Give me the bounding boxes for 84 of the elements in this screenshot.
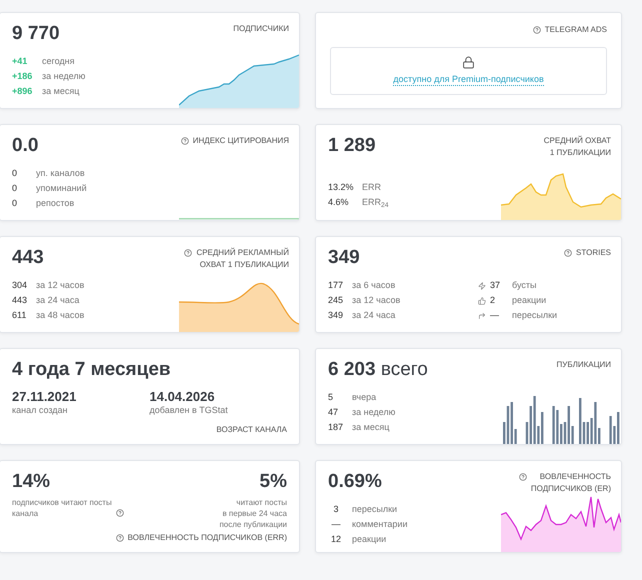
- card-title: ВОВЛЕЧЕННОСТЬ ПОДПИСЧИКОВ (ER): [530, 471, 611, 495]
- lightning-icon: [478, 282, 486, 290]
- stat-label: за 6 часов: [352, 279, 396, 292]
- date-label: добавлен в TGStat: [150, 404, 229, 416]
- stat-value: 2: [490, 294, 496, 307]
- metric-value: 0.69%: [328, 471, 383, 493]
- help-icon[interactable]: [184, 249, 192, 257]
- metric-caption: читают посты в первые 24 часа после публикации: [219, 497, 287, 530]
- stat-label: ERR$_{24}$: [362, 196, 389, 210]
- help-icon[interactable]: [564, 249, 572, 257]
- stat-value: 5: [328, 391, 334, 404]
- stat-label: бусты: [512, 279, 536, 292]
- metric-value: 0.0: [12, 135, 40, 157]
- card-title: СРЕДНИЙ ОХВАТ 1 ПУБЛИКАЦИИ: [544, 135, 611, 159]
- stat-label: за 12 часов: [36, 279, 84, 292]
- stat-label: за неделю: [352, 406, 396, 419]
- stat-value: 187: [328, 421, 344, 434]
- stat-label: за 48 часов: [36, 309, 84, 322]
- thumbs-up-icon: [478, 296, 486, 304]
- stat-value: —: [330, 518, 342, 531]
- metric-value: 14%: [12, 471, 50, 493]
- stat-label: реакции: [512, 294, 546, 307]
- metric-value: 5%: [260, 471, 287, 493]
- stat-label: пересылки: [512, 309, 558, 322]
- stat-value: 4.6%: [328, 196, 350, 209]
- stat-label: реакции: [352, 533, 386, 546]
- premium-link[interactable]: доступно для Premium-подписчиков: [393, 73, 544, 86]
- stat-label: за месяц: [42, 85, 80, 98]
- help-icon[interactable]: [180, 137, 189, 145]
- help-icon[interactable]: [532, 26, 541, 34]
- stat-label: за 24 часа: [36, 294, 80, 307]
- stat-value: 245: [328, 294, 344, 307]
- stat-label: репостов: [36, 197, 74, 210]
- card-title: TELEGRAM ADS: [544, 24, 607, 36]
- stat-label: комментарии: [352, 518, 408, 531]
- date-label: канал создан: [12, 404, 69, 416]
- stat-value: 349: [328, 309, 344, 322]
- stat-value: 47: [328, 406, 340, 419]
- card-title: STORIES: [576, 247, 611, 259]
- stat-value: 0: [12, 197, 18, 210]
- card-title: СРЕДНИЙ РЕКЛАМНЫЙ ОХВАТ 1 ПУБЛИКАЦИИ: [196, 247, 289, 271]
- card-title: ИНДЕКС ЦИТИРОВАНИЯ: [192, 135, 289, 147]
- metric-value: 443: [12, 247, 45, 269]
- stat-label: уп. каналов: [36, 167, 85, 180]
- stat-label: упоминаний: [36, 182, 87, 195]
- card-title: ПОДПИСЧИКИ: [233, 23, 289, 35]
- help-icon[interactable]: [116, 509, 124, 517]
- stat-label: сегодня: [42, 55, 74, 68]
- stat-value: 12: [330, 533, 342, 546]
- metric-value: 9 770: [12, 23, 61, 45]
- stat-value: 304: [12, 279, 28, 292]
- metric-value: 4 года 7 месяцев: [12, 359, 172, 381]
- stat-label: за 24 часа: [352, 309, 396, 322]
- stat-label: пересылки: [352, 503, 398, 516]
- help-icon[interactable]: [116, 534, 124, 542]
- share-arrow-icon: [478, 312, 486, 320]
- stat-label: вчера: [352, 391, 376, 404]
- stat-value: +186: [12, 70, 34, 83]
- card-title: ПУБЛИКАЦИИ: [556, 359, 611, 371]
- date-value: 14.04.2026: [150, 389, 216, 404]
- date-value: 27.11.2021: [12, 389, 78, 404]
- card-title: ВОВЛЕЧЕННОСТЬ ПОДПИСЧИКОВ (ERR): [128, 532, 287, 544]
- metric-value: 349: [328, 247, 361, 269]
- stat-label: ERR: [362, 181, 382, 194]
- stat-value: 13.2%: [328, 181, 355, 194]
- stat-value: 0: [12, 167, 18, 180]
- stat-value: 37: [490, 279, 502, 292]
- stat-value: 3: [332, 503, 340, 516]
- stat-value: +896: [12, 85, 34, 98]
- metric-caption: подписчиков читают посты канала: [12, 497, 112, 519]
- metric-value: 1 289: [328, 135, 377, 157]
- stat-label: за 12 часов: [352, 294, 400, 307]
- stat-value: —: [490, 309, 500, 322]
- stat-value: 611: [12, 309, 28, 322]
- stat-value: 443: [12, 294, 28, 307]
- stat-label: за месяц: [352, 421, 390, 434]
- metric-value: 6 203 всего: [328, 359, 429, 381]
- card-title: ВОЗРАСТ КАНАЛА: [216, 424, 287, 436]
- help-icon[interactable]: [518, 473, 527, 481]
- stat-value: 177: [328, 279, 344, 292]
- lock-icon: [462, 56, 475, 69]
- stat-label: за неделю: [42, 70, 86, 83]
- stat-value: 0: [12, 182, 18, 195]
- stat-value: +41: [12, 55, 28, 68]
